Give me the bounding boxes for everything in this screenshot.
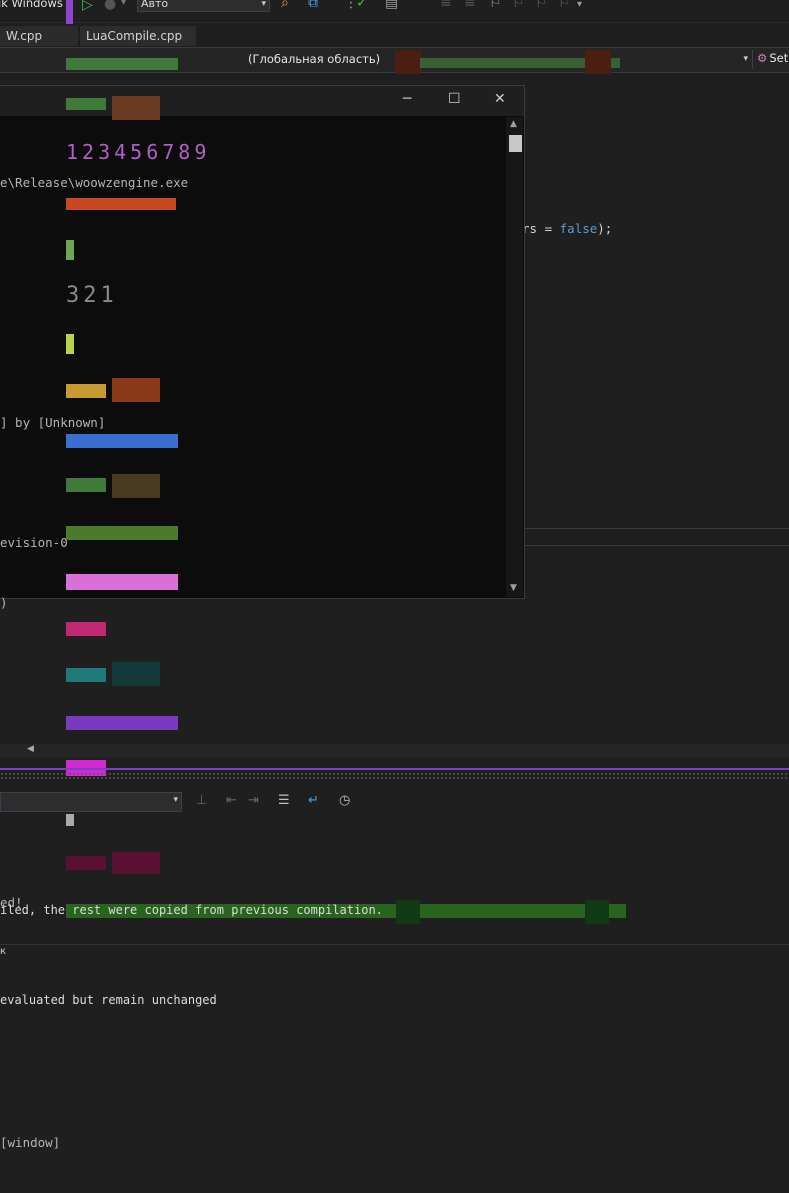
maximize-icon[interactable]: ☐ <box>448 91 461 107</box>
divider <box>752 50 753 69</box>
console-scrollbar[interactable]: ▲ ▼ <box>506 117 523 597</box>
indent-icon[interactable]: ≡ <box>440 0 452 11</box>
code-text: ); <box>597 221 613 236</box>
document-tabs: W.cpp LuaCompile.cpp <box>0 26 789 46</box>
tab-w-cpp[interactable]: W.cpp <box>0 26 78 46</box>
settings-icon: ⚙ <box>757 51 768 65</box>
bookmark-next-icon[interactable]: ⚐ <box>535 0 548 11</box>
output-toolbar: ▾ ⊥ ⇤ ⇥ ☰ ↵ ◷ <box>0 790 789 814</box>
toolbar-overflow-icon[interactable]: ▾ <box>577 0 582 10</box>
search-files-icon[interactable]: ⌕ <box>281 0 289 11</box>
platform-dropdown[interactable]: ık Windows <box>0 0 70 14</box>
code-keyword: false <box>559 221 598 236</box>
scroll-left-icon[interactable]: ◀ <box>27 744 34 754</box>
auto-dropdown-value: Авто <box>141 0 169 10</box>
console-line: [window] <box>0 1135 61 1150</box>
editor-horizontal-scrollbar[interactable]: ◀ <box>0 744 789 758</box>
chevron-down-icon: ▾ <box>173 795 178 805</box>
scroll-up-icon[interactable]: ▲ <box>510 119 517 129</box>
run-icon[interactable]: ▷ <box>82 0 93 13</box>
hot-reload-icon[interactable]: ⧉ <box>308 0 318 11</box>
output-line: iled, the rest were copied from previous… <box>0 903 383 917</box>
find-message-icon[interactable]: ⊥ <box>196 793 207 808</box>
comment-icon[interactable]: ▤ <box>385 0 398 11</box>
chevron-down-icon: ▾ <box>743 54 748 64</box>
output-source-dropdown[interactable]: ▾ <box>0 792 182 812</box>
set-button[interactable]: ⚙ Set <box>757 51 788 65</box>
status-bar: к <box>0 944 789 960</box>
panel-drag-grip[interactable] <box>0 772 789 780</box>
scroll-down-icon[interactable]: ▼ <box>510 583 517 593</box>
previous-message-icon[interactable]: ⇤ <box>226 793 237 808</box>
clear-all-icon[interactable]: ☰ <box>278 793 290 808</box>
console-line: ] by [Unknown] <box>0 415 106 430</box>
next-message-icon[interactable]: ⇥ <box>248 793 259 808</box>
scroll-thumb[interactable] <box>509 135 522 152</box>
status-text: к <box>0 946 7 957</box>
chevron-down-icon: ▾ <box>261 0 266 9</box>
output-line: evaluated but remain unchanged <box>0 993 217 1007</box>
scope-value: (Глобальная область) <box>248 52 381 66</box>
chevron-down-icon[interactable]: ▾ <box>121 0 126 8</box>
bookmark-prev-icon[interactable]: ⚐ <box>512 0 525 11</box>
minimize-icon[interactable]: ─ <box>403 91 411 107</box>
console-line: e\Release\woowzengine.exe <box>0 175 189 190</box>
glitch-digits: 123456789 <box>66 140 211 164</box>
check-icon[interactable]: ✓ <box>356 0 368 11</box>
panel-accent-line <box>0 768 789 770</box>
record-icon[interactable]: ● <box>104 0 116 12</box>
bookmark-icon[interactable]: ⚐ <box>489 0 502 11</box>
word-wrap-icon[interactable]: ↵ <box>308 793 319 808</box>
clock-icon[interactable]: ◷ <box>339 793 350 808</box>
outdent-icon[interactable]: ≡ <box>464 0 476 11</box>
main-toolbar: ık Windows ▷ ● ▾ Авто ▾ ⌕ ⧉ ⋮ ✓ ▤ ≡ ≡ ⚐ … <box>0 0 789 23</box>
bookmark-clear-icon[interactable]: ⚐ <box>558 0 571 11</box>
console-line: ) <box>0 595 8 610</box>
close-icon[interactable]: ✕ <box>494 91 506 107</box>
set-label: Set <box>769 51 789 65</box>
tab-luacompile-cpp[interactable]: LuaCompile.cpp <box>80 26 196 46</box>
glitch-count: 321 <box>66 283 118 308</box>
auto-dropdown[interactable]: Авто ▾ <box>137 0 270 12</box>
code-line: rs = false); <box>522 221 612 236</box>
code-text: rs = <box>522 221 560 236</box>
